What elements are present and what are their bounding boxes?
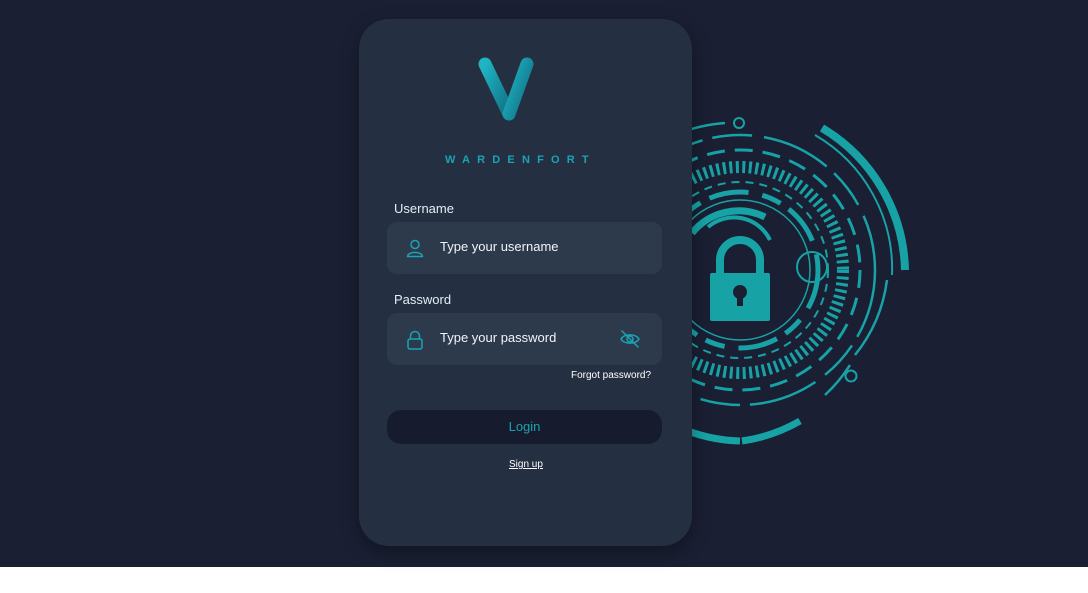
wardenfort-logo: [478, 57, 572, 121]
username-field[interactable]: Type your username: [387, 222, 662, 274]
eye-off-icon[interactable]: [619, 328, 641, 350]
username-input[interactable]: Type your username: [440, 239, 559, 254]
lock-icon: [407, 330, 423, 350]
brand-name: WARDENFORT: [445, 154, 596, 166]
password-field[interactable]: Type your password: [387, 313, 662, 365]
forgot-password-link[interactable]: Forgot password?: [571, 370, 651, 381]
user-icon: [406, 239, 424, 258]
login-button[interactable]: Login: [387, 410, 662, 444]
username-label: Username: [394, 201, 454, 216]
password-label: Password: [394, 292, 452, 307]
password-input[interactable]: Type your password: [440, 330, 556, 345]
signup-link[interactable]: Sign up: [509, 459, 543, 470]
